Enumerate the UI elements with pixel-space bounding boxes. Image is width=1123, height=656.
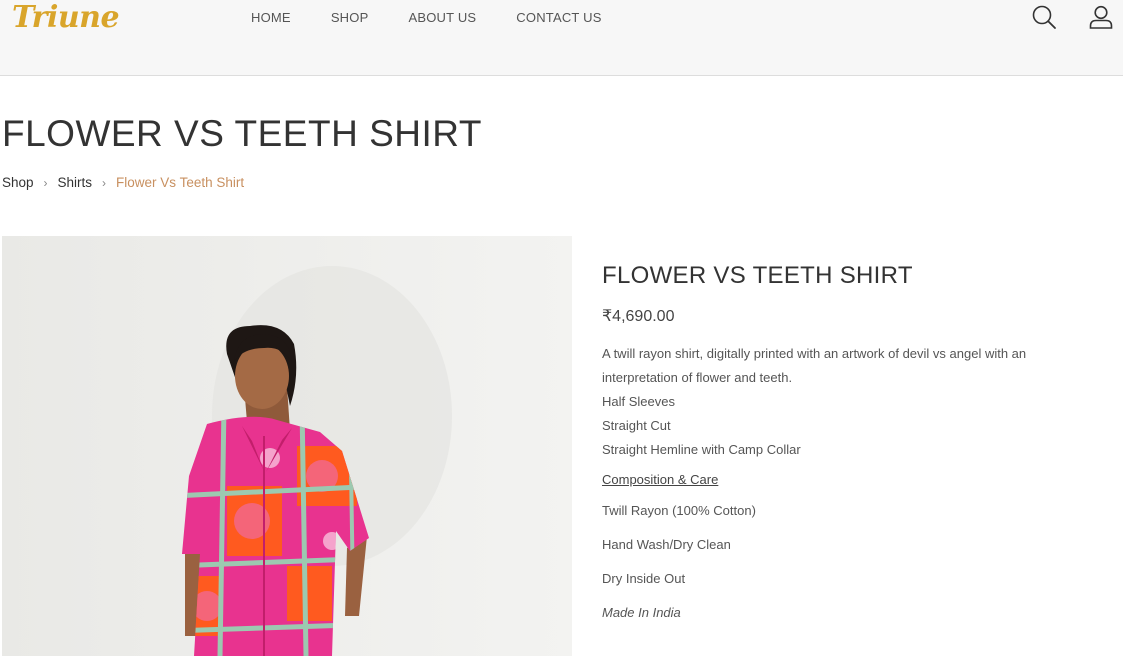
brand-logo[interactable]: Triune xyxy=(12,0,120,35)
nav-contact-us[interactable]: CONTACT US xyxy=(516,10,601,25)
chevron-right-icon: › xyxy=(43,175,48,190)
description-line: A twill rayon shirt, digitally printed w… xyxy=(602,346,1027,385)
product-description: A twill rayon shirt, digitally printed w… xyxy=(602,342,1102,462)
nav-about-us[interactable]: ABOUT US xyxy=(408,10,476,25)
care-line: Twill Rayon (100% Cotton) xyxy=(602,503,756,518)
product-price: ₹4,690.00 xyxy=(602,308,675,325)
chevron-right-icon: › xyxy=(102,175,107,190)
user-icon[interactable] xyxy=(1088,4,1114,30)
page-title: FLOWER VS TEETH SHIRT xyxy=(2,113,482,154)
breadcrumb: Shop › Shirts › Flower Vs Teeth Shirt xyxy=(2,175,244,190)
care-line: Dry Inside Out xyxy=(602,571,686,586)
nav-home[interactable]: HOME xyxy=(251,10,291,25)
site-header: Triune HOME SHOP ABOUT US CONTACT US xyxy=(0,0,1123,76)
model-photo xyxy=(2,236,572,656)
description-line: Straight Hemline with Camp Collar xyxy=(602,442,801,457)
product-info: FLOWER VS TEETH SHIRT ₹4,690.00 A twill … xyxy=(602,262,1102,625)
breadcrumb-shirts[interactable]: Shirts xyxy=(58,175,93,190)
product-image[interactable] xyxy=(2,236,572,656)
product-title: FLOWER VS TEETH SHIRT xyxy=(602,262,913,289)
description-line: Half Sleeves xyxy=(602,394,675,409)
nav-shop[interactable]: SHOP xyxy=(331,10,369,25)
care-line-origin: Made In India xyxy=(602,605,681,620)
composition-care-link[interactable]: Composition & Care xyxy=(602,472,718,487)
search-icon[interactable] xyxy=(1031,4,1057,30)
description-line: Straight Cut xyxy=(602,418,671,433)
main-nav: HOME SHOP ABOUT US CONTACT US xyxy=(251,10,642,25)
breadcrumb-shop[interactable]: Shop xyxy=(2,175,34,190)
care-line: Hand Wash/Dry Clean xyxy=(602,537,731,552)
breadcrumb-current: Flower Vs Teeth Shirt xyxy=(116,175,245,190)
